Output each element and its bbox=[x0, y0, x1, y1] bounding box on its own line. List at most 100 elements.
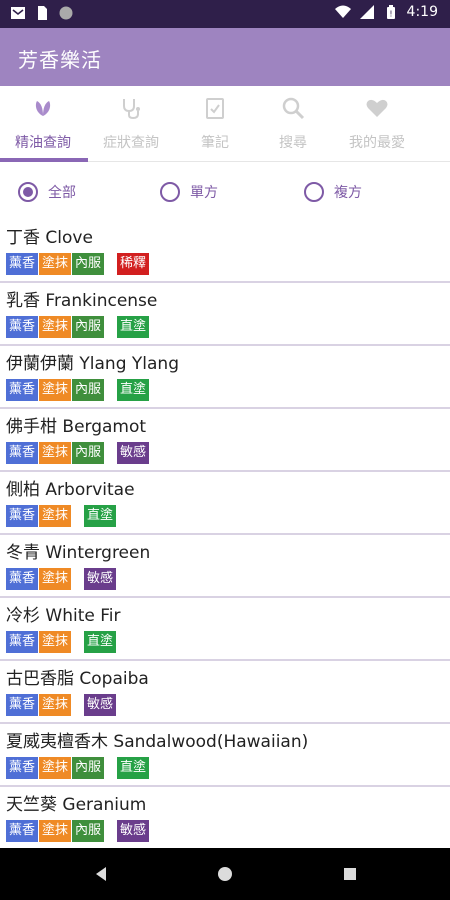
usage-tag: 內服 bbox=[72, 316, 105, 338]
usage-tags: 薰香 塗抹 內服 直塗 bbox=[6, 316, 450, 338]
usage-tags: 薰香 塗抹 直塗 bbox=[6, 505, 450, 527]
app-bar: 芳香樂活 bbox=[0, 28, 450, 86]
usage-tag: 內服 bbox=[72, 253, 105, 275]
usage-tag: 塗抹 bbox=[39, 568, 72, 590]
tab-label: 搜尋 bbox=[279, 135, 307, 151]
sim-card-icon bbox=[38, 6, 47, 20]
application-note-tag: 直塗 bbox=[117, 379, 150, 401]
home-icon[interactable] bbox=[213, 862, 237, 886]
usage-tag: 塗抹 bbox=[39, 379, 72, 401]
oil-list-item[interactable]: 冷杉 White Fir 薰香 塗抹 直塗 bbox=[0, 598, 450, 661]
usage-tag: 薰香 bbox=[6, 505, 39, 527]
usage-tag: 薰香 bbox=[6, 316, 39, 338]
tab-search[interactable]: 搜尋 bbox=[250, 86, 336, 162]
usage-tag: 薰香 bbox=[6, 694, 39, 716]
application-note-tag: 稀釋 bbox=[117, 253, 150, 275]
oil-name: 天竺葵 Geranium bbox=[6, 795, 147, 815]
usage-tag: 內服 bbox=[72, 379, 105, 401]
usage-tag: 薰香 bbox=[6, 631, 39, 653]
oil-name: 冷杉 White Fir bbox=[6, 606, 121, 626]
radio-button-checked[interactable] bbox=[18, 182, 38, 202]
status-right: ! 4:19 bbox=[334, 4, 438, 20]
usage-tag: 薰香 bbox=[6, 820, 39, 842]
wifi-icon bbox=[334, 5, 351, 18]
tab-label: 症狀查詢 bbox=[103, 135, 159, 151]
stethoscope-icon bbox=[123, 99, 140, 120]
oil-list-item[interactable]: 側柏 Arborvitae 薰香 塗抹 直塗 bbox=[0, 472, 450, 535]
application-note-tag: 敏感 bbox=[84, 568, 117, 590]
usage-tags: 薰香 塗抹 內服 直塗 bbox=[6, 379, 450, 401]
usage-tag: 塗抹 bbox=[39, 757, 72, 779]
tab-favorites[interactable]: 我的最愛 bbox=[334, 86, 420, 162]
back-icon[interactable] bbox=[90, 862, 114, 886]
oil-name: 丁香 Clove bbox=[6, 228, 93, 248]
usage-tag: 薰香 bbox=[6, 379, 39, 401]
tab-oil-lookup[interactable]: 精油查詢 bbox=[0, 86, 86, 162]
usage-tags: 薰香 塗抹 內服 敏感 bbox=[6, 820, 450, 842]
usage-tag: 塗抹 bbox=[39, 820, 72, 842]
application-note-tag: 直塗 bbox=[84, 631, 117, 653]
usage-tag: 內服 bbox=[72, 820, 105, 842]
status-bar: ! 4:19 bbox=[0, 0, 450, 28]
usage-tag: 塗抹 bbox=[39, 442, 72, 464]
usage-tag: 塗抹 bbox=[39, 316, 72, 338]
radio-label: 單方 bbox=[190, 185, 218, 201]
usage-tag: 塗抹 bbox=[39, 631, 72, 653]
oil-list-item[interactable]: 夏威夷檀香木 Sandalwood(Hawaiian) 薰香 塗抹 內服 直塗 bbox=[0, 724, 450, 787]
navigation-bar bbox=[0, 848, 450, 900]
radio-blend[interactable]: 複方 bbox=[304, 182, 362, 202]
radio-label: 複方 bbox=[334, 185, 362, 201]
application-note-tag: 直塗 bbox=[117, 757, 150, 779]
usage-tags: 薰香 塗抹 敏感 bbox=[6, 694, 450, 716]
usage-tag: 塗抹 bbox=[39, 253, 72, 275]
usage-tag: 塗抹 bbox=[39, 694, 72, 716]
oil-list-item[interactable]: 乳香 Frankincense 薰香 塗抹 內服 直塗 bbox=[0, 283, 450, 346]
battery-icon: ! bbox=[386, 5, 395, 19]
oil-list-item[interactable]: 丁香 Clove 薰香 塗抹 內服 稀釋 bbox=[0, 220, 450, 283]
oil-name: 乳香 Frankincense bbox=[6, 291, 158, 311]
active-tab-indicator bbox=[0, 158, 88, 162]
heart-icon bbox=[366, 99, 388, 117]
oil-name: 伊蘭伊蘭 Ylang Ylang bbox=[6, 354, 179, 374]
tab-symptom-lookup[interactable]: 症狀查詢 bbox=[88, 86, 174, 162]
application-note-tag: 敏感 bbox=[84, 694, 117, 716]
radio-button[interactable] bbox=[160, 182, 180, 202]
usage-tags: 薰香 塗抹 內服 直塗 bbox=[6, 757, 450, 779]
oil-list[interactable]: 丁香 Clove 薰香 塗抹 內服 稀釋 乳香 Frankincense 薰香 塗抹 內服 直塗伊… bbox=[0, 220, 450, 848]
radio-all[interactable]: 全部 bbox=[18, 182, 76, 202]
leaf-icon bbox=[35, 101, 51, 116]
circle-icon bbox=[59, 6, 73, 20]
radio-single[interactable]: 單方 bbox=[160, 182, 218, 202]
tab-label: 筆記 bbox=[201, 135, 229, 151]
recents-icon[interactable] bbox=[338, 862, 362, 886]
search-icon bbox=[282, 97, 305, 120]
notepad-icon bbox=[206, 98, 224, 119]
radio-label: 全部 bbox=[48, 185, 76, 201]
oil-name: 佛手柑 Bergamot bbox=[6, 417, 147, 437]
app-title: 芳香樂活 bbox=[18, 48, 102, 72]
oil-name: 夏威夷檀香木 Sandalwood(Hawaiian) bbox=[6, 732, 309, 752]
usage-tag: 塗抹 bbox=[39, 505, 72, 527]
application-note-tag: 直塗 bbox=[84, 505, 117, 527]
usage-tag: 薰香 bbox=[6, 442, 39, 464]
oil-list-item[interactable]: 佛手柑 Bergamot 薰香 塗抹 內服 敏感 bbox=[0, 409, 450, 472]
usage-tag: 薰香 bbox=[6, 253, 39, 275]
application-note-tag: 敏感 bbox=[117, 442, 150, 464]
oil-name: 古巴香脂 Copaiba bbox=[6, 669, 149, 689]
oil-list-item[interactable]: 伊蘭伊蘭 Ylang Ylang 薰香 塗抹 內服 直塗 bbox=[0, 346, 450, 409]
usage-tag: 薰香 bbox=[6, 568, 39, 590]
oil-list-item[interactable]: 天竺葵 Geranium 薰香 塗抹 內服 敏感 bbox=[0, 787, 450, 848]
usage-tags: 薰香 塗抹 直塗 bbox=[6, 631, 450, 653]
oil-list-item[interactable]: 古巴香脂 Copaiba 薰香 塗抹 敏感 bbox=[0, 661, 450, 724]
type-filter: 全部 單方 複方 bbox=[0, 168, 450, 218]
status-left-icons bbox=[10, 5, 74, 21]
usage-tags: 薰香 塗抹 敏感 bbox=[6, 568, 450, 590]
tab-notes[interactable]: 筆記 bbox=[172, 86, 258, 162]
radio-button[interactable] bbox=[304, 182, 324, 202]
usage-tag: 內服 bbox=[72, 757, 105, 779]
usage-tags: 薰香 塗抹 內服 稀釋 bbox=[6, 253, 450, 275]
usage-tag: 薰香 bbox=[6, 757, 39, 779]
tab-bar: 精油查詢 症狀查詢 筆記 搜尋 我的最愛 bbox=[0, 86, 450, 162]
oil-list-item[interactable]: 冬青 Wintergreen 薰香 塗抹 敏感 bbox=[0, 535, 450, 598]
application-note-tag: 敏感 bbox=[117, 820, 150, 842]
